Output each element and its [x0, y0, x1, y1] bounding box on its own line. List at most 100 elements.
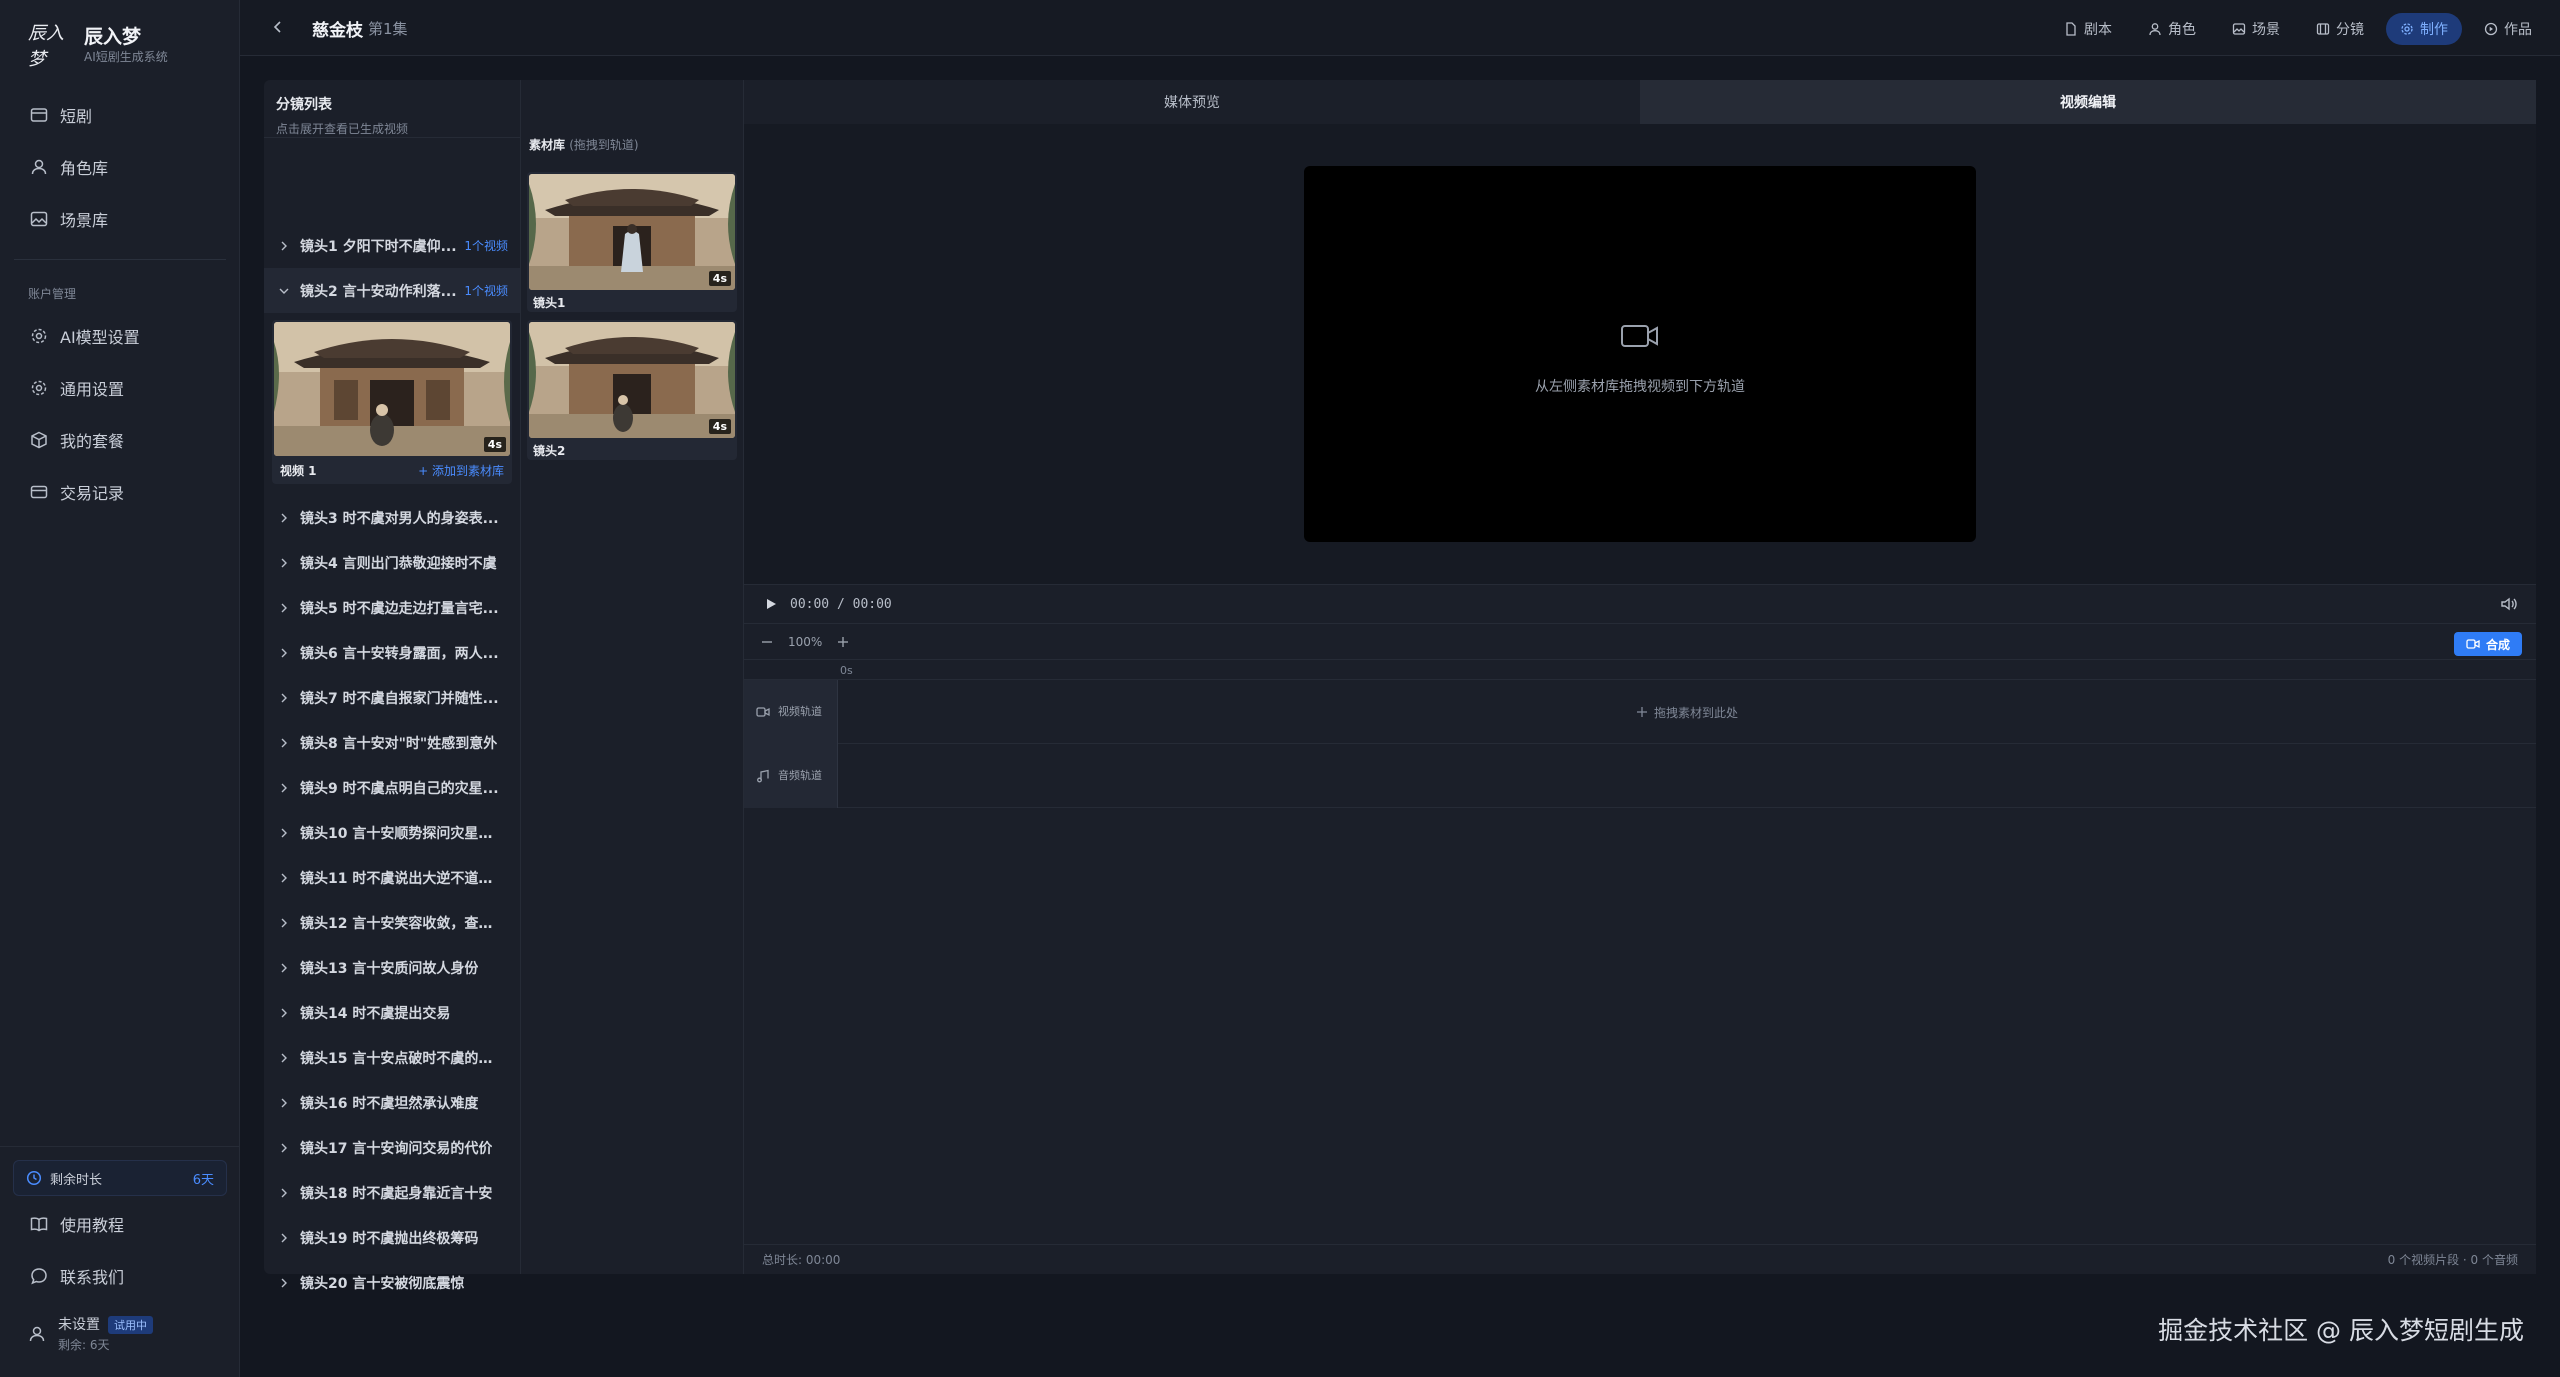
watermark: 掘金技术社区 @ 辰入梦短剧生成 [2158, 1316, 2524, 1345]
sidebar-item-label: 联系我们 [60, 1268, 125, 1287]
chevron-right-icon [281, 241, 287, 250]
user-remaining: 剩余: 6天 [58, 1338, 110, 1352]
sidebar-item-characters[interactable]: 角色库 [14, 145, 226, 189]
library-thumbnail[interactable]: 4s [529, 174, 735, 290]
brand-subtitle: AI短剧生成系统 [84, 50, 168, 64]
sidebar: 辰入梦 辰入梦 AI短剧生成系统 短剧 角色库 场景库 账户管理 AI模型设置 … [0, 0, 240, 1377]
shot-row[interactable]: 镜头17 言十安询问交易的代价 [264, 1125, 520, 1170]
remaining-time-box[interactable]: 剩余时长 6天 [13, 1160, 227, 1196]
shot-label: 镜头19 时不虞抛出终极筹码 [300, 1230, 479, 1247]
zoom-in-icon[interactable] [836, 635, 850, 649]
shot-row[interactable]: 镜头20 言十安被彻底震惊 [264, 1260, 520, 1305]
shot-row[interactable]: 镜头2 言十安动作利落... 1个视频 [264, 268, 520, 313]
video-track[interactable]: 视频轨道 拖拽素材到此处 [744, 680, 2536, 744]
shot-label: 镜头14 时不虞提出交易 [300, 1005, 451, 1022]
chevron-right-icon [281, 873, 287, 882]
chevron-right-icon [281, 1008, 287, 1017]
chevron-down-icon [279, 288, 289, 294]
shot-row[interactable]: 镜头10 言十安顺势探问灾星的... [264, 810, 520, 855]
top-bar: 慈金枝 第1集 剧本 角色 场景 分镜 制作 作品 [240, 0, 2560, 56]
shot-label: 镜头16 时不虞坦然承认难度 [300, 1095, 479, 1112]
shot-label: 镜头7 时不虞自报家门并随性... [300, 690, 499, 707]
add-to-library-button[interactable]: + 添加到素材库 [418, 462, 504, 479]
audio-track[interactable]: 音频轨道 [744, 744, 2536, 808]
library-panel: 素材库 (拖拽到轨道) 4s 镜头1 4s 镜头2 [520, 80, 744, 1274]
volume-icon[interactable] [2500, 596, 2518, 612]
shot-row[interactable]: 镜头6 言十安转身露面，两人... [264, 630, 520, 675]
temple-scene-image [274, 322, 510, 456]
zoom-out-icon[interactable] [760, 635, 774, 649]
brand[interactable]: 辰入梦 辰入梦 AI短剧生成系统 [28, 20, 168, 70]
sidebar-divider [14, 259, 226, 260]
user-name: 未设置 [58, 1317, 100, 1333]
shot-row[interactable]: 镜头9 时不虞点明自己的灾星... [264, 765, 520, 810]
book-icon [30, 1217, 48, 1232]
shot-row[interactable]: 镜头13 言十安质问故人身份 [264, 945, 520, 990]
brand-logo: 辰入梦 [28, 23, 64, 70]
shot-row[interactable]: 镜头4 言则出门恭敬迎接时不虞 [264, 540, 520, 585]
remaining-label: 剩余时长 [50, 1172, 103, 1188]
total-duration: 总时长: 00:00 [762, 1253, 841, 1267]
shot-video-card[interactable]: 4s 视频 1 + 添加到素材库 [272, 320, 512, 484]
shot-row[interactable]: 镜头16 时不虞坦然承认难度 [264, 1080, 520, 1125]
sidebar-item-packages[interactable]: 我的套餐 [14, 418, 226, 462]
chevron-right-icon [281, 1233, 287, 1242]
clip-stats: 0 个视频片段 · 0 个音频 [2387, 1253, 2518, 1267]
back-button[interactable] [270, 19, 286, 35]
tab-scenes[interactable]: 场景 [2218, 13, 2294, 45]
video-player[interactable]: 从左侧素材库拖拽视频到下方轨道 [1304, 166, 1976, 542]
compose-button[interactable]: 合成 [2453, 632, 2522, 656]
sidebar-item-scenes[interactable]: 场景库 [14, 197, 226, 241]
tab-storyboard[interactable]: 分镜 [2302, 13, 2378, 45]
tab-characters[interactable]: 角色 [2134, 13, 2210, 45]
library-item[interactable]: 4s 镜头2 [527, 320, 737, 460]
shot-row[interactable]: 镜头12 言十安笑容收敛，查看... [264, 900, 520, 945]
sidebar-item-transactions[interactable]: 交易记录 [14, 470, 226, 514]
library-item[interactable]: 4s 镜头1 [527, 172, 737, 312]
shot-row[interactable]: 镜头3 时不虞对男人的身姿表... [264, 495, 520, 540]
track-header: 视频轨道 [744, 680, 838, 744]
chevron-right-icon [281, 603, 287, 612]
settings-icon [31, 380, 47, 396]
timeline-ruler[interactable]: 0s [744, 660, 2536, 680]
tab-media-preview[interactable]: 媒体预览 [744, 80, 1640, 124]
shot-row[interactable]: 镜头19 时不虞抛出终极筹码 [264, 1215, 520, 1260]
shot-label: 镜头6 言十安转身露面，两人... [300, 645, 499, 662]
chevron-right-icon [281, 648, 287, 657]
shot-row[interactable]: 镜头11 时不虞说出大逆不道之言 [264, 855, 520, 900]
library-thumbnail[interactable]: 4s [529, 322, 735, 438]
sidebar-item-ai-model[interactable]: AI模型设置 [14, 314, 226, 358]
drop-zone[interactable]: 拖拽素材到此处 [838, 680, 2536, 744]
chevron-right-icon [281, 693, 287, 702]
shot-row[interactable]: 镜头5 时不虞边走边打量言宅... [264, 585, 520, 630]
tab-works[interactable]: 作品 [2470, 13, 2546, 45]
shot-row[interactable]: 镜头14 时不虞提出交易 [264, 990, 520, 1035]
shot-row[interactable]: 镜头7 时不虞自报家门并随性... [264, 675, 520, 720]
shot-row[interactable]: 镜头18 时不虞起身靠近言十安 [264, 1170, 520, 1215]
video-thumbnail[interactable]: 4s [274, 322, 510, 456]
sidebar-item-dramas[interactable]: 短剧 [14, 93, 226, 137]
film-icon [30, 108, 48, 122]
tab-label: 制作 [2420, 22, 2448, 38]
shot-row[interactable]: 镜头1 夕阳下时不虞仰... 1个视频 [264, 223, 520, 268]
tab-video-edit[interactable]: 视频编辑 [1640, 80, 2536, 124]
sidebar-item-label: AI模型设置 [60, 328, 140, 347]
sidebar-divider [0, 1146, 240, 1147]
user-profile[interactable]: 未设置 试用中 剩余: 6天 [28, 1314, 153, 1353]
sidebar-item-general-settings[interactable]: 通用设置 [14, 366, 226, 410]
library-title-text: 素材库 [529, 138, 566, 152]
sidebar-item-contact[interactable]: 联系我们 [14, 1254, 226, 1298]
zoom-bar: 100% 合成 [744, 624, 2536, 660]
shot-row[interactable]: 镜头15 言十安点破时不虞的来意 [264, 1035, 520, 1080]
shot-row[interactable]: 镜头8 言十安对"时"姓感到意外 [264, 720, 520, 765]
user-icon [31, 159, 47, 175]
track-label: 音频轨道 [778, 769, 822, 782]
zoom-level: 100% [788, 634, 823, 649]
tab-label: 角色 [2168, 22, 2196, 38]
shot-label: 镜头4 言则出门恭敬迎接时不虞 [300, 555, 497, 572]
tab-production[interactable]: 制作 [2386, 13, 2462, 45]
play-icon[interactable] [764, 597, 778, 611]
tab-script[interactable]: 剧本 [2050, 13, 2126, 45]
video-camera-icon [756, 707, 770, 717]
sidebar-item-tutorial[interactable]: 使用教程 [14, 1202, 226, 1246]
